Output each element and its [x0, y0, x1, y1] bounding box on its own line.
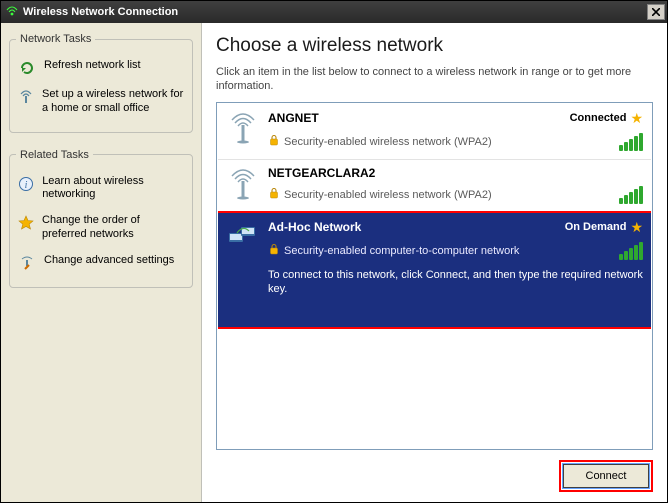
related-tasks-group: Related Tasks i Learn about wireless net…	[9, 149, 193, 288]
network-hint: To connect to this network, click Connec…	[268, 268, 643, 320]
network-body: ANGNETConnected★ Security-enabled wireles…	[268, 110, 643, 151]
network-tasks-legend: Network Tasks	[16, 33, 95, 45]
network-header-row: Ad-Hoc NetworkOn Demand★	[268, 219, 643, 236]
network-security-text: Security-enabled computer-to-computer ne…	[284, 245, 519, 257]
lock-icon	[268, 187, 280, 202]
lock-icon	[268, 134, 280, 149]
main-panel: Choose a wireless network Click an item …	[201, 23, 667, 502]
adhoc-icon	[226, 219, 260, 320]
network-name: ANGNET	[268, 111, 570, 125]
wifi-icon	[5, 6, 19, 18]
task-label: Refresh network list	[44, 59, 141, 73]
change-advanced-settings[interactable]: Change advanced settings	[16, 248, 186, 277]
signal-strength-icon	[619, 186, 643, 204]
antenna-icon	[226, 166, 260, 204]
page-heading: Choose a wireless network	[216, 35, 653, 57]
star-icon	[18, 214, 34, 231]
star-icon: ★	[630, 110, 643, 127]
signal-strength-icon	[619, 242, 643, 260]
connect-button[interactable]: Connect	[563, 464, 649, 488]
star-icon: ★	[630, 219, 643, 236]
network-item[interactable]: Ad-Hoc NetworkOn Demand★ Security-enabled…	[218, 213, 651, 328]
content-area: Network Tasks Refresh network list Set u…	[1, 23, 667, 502]
info-icon: i	[18, 175, 34, 192]
sidebar: Network Tasks Refresh network list Set u…	[1, 23, 201, 502]
antenna-icon	[18, 88, 34, 105]
close-button[interactable]	[647, 4, 665, 20]
title-bar: Wireless Network Connection	[1, 1, 667, 23]
network-tasks-group: Network Tasks Refresh network list Set u…	[9, 33, 193, 133]
signal-strength-icon	[619, 133, 643, 151]
network-body: NETGEARCLARA2 Security-enabled wireless n…	[268, 166, 643, 204]
network-security-line: Security-enabled computer-to-computer ne…	[268, 242, 643, 260]
instruction-text: Click an item in the list below to conne…	[216, 65, 653, 94]
network-status: On Demand	[565, 221, 627, 233]
network-header-row: ANGNETConnected★	[268, 110, 643, 127]
lock-icon	[268, 243, 280, 258]
selection-highlight: Ad-Hoc NetworkOn Demand★ Security-enabled…	[218, 211, 651, 330]
related-tasks-legend: Related Tasks	[16, 149, 93, 161]
network-security-text: Security-enabled wireless network (WPA2)	[284, 136, 492, 148]
network-status: Connected	[570, 112, 627, 124]
task-label: Change advanced settings	[44, 254, 174, 268]
network-name: Ad-Hoc Network	[268, 220, 565, 234]
network-security-text: Security-enabled wireless network (WPA2)	[284, 189, 492, 201]
network-security-line: Security-enabled wireless network (WPA2)	[268, 133, 643, 151]
task-label: Learn about wireless networking	[42, 175, 184, 203]
network-name: NETGEARCLARA2	[268, 166, 643, 180]
network-item[interactable]: NETGEARCLARA2 Security-enabled wireless n…	[218, 160, 651, 213]
network-item[interactable]: ANGNETConnected★ Security-enabled wireles…	[218, 104, 651, 160]
connect-highlight: Connect	[559, 460, 653, 492]
change-preferred-order[interactable]: Change the order of preferred networks	[16, 208, 186, 248]
network-header-row: NETGEARCLARA2	[268, 166, 643, 180]
refresh-network-list[interactable]: Refresh network list	[16, 53, 186, 82]
footer-bar: Connect	[216, 450, 653, 492]
settings-icon	[18, 254, 36, 271]
antenna-icon	[226, 110, 260, 151]
network-list-scroll[interactable]: ANGNETConnected★Security-enabled wireles…	[218, 104, 651, 448]
refresh-icon	[18, 59, 36, 76]
network-body: Ad-Hoc NetworkOn Demand★ Security-enabled…	[268, 219, 643, 320]
window-title: Wireless Network Connection	[23, 6, 647, 18]
svg-text:i: i	[25, 180, 28, 191]
learn-wireless-networking[interactable]: i Learn about wireless networking	[16, 169, 186, 209]
network-list: ANGNETConnected★Security-enabled wireles…	[216, 102, 653, 450]
network-security-line: Security-enabled wireless network (WPA2)	[268, 186, 643, 204]
setup-wireless-network[interactable]: Set up a wireless network for a home or …	[16, 82, 186, 122]
task-label: Set up a wireless network for a home or …	[42, 88, 184, 116]
task-label: Change the order of preferred networks	[42, 214, 184, 242]
